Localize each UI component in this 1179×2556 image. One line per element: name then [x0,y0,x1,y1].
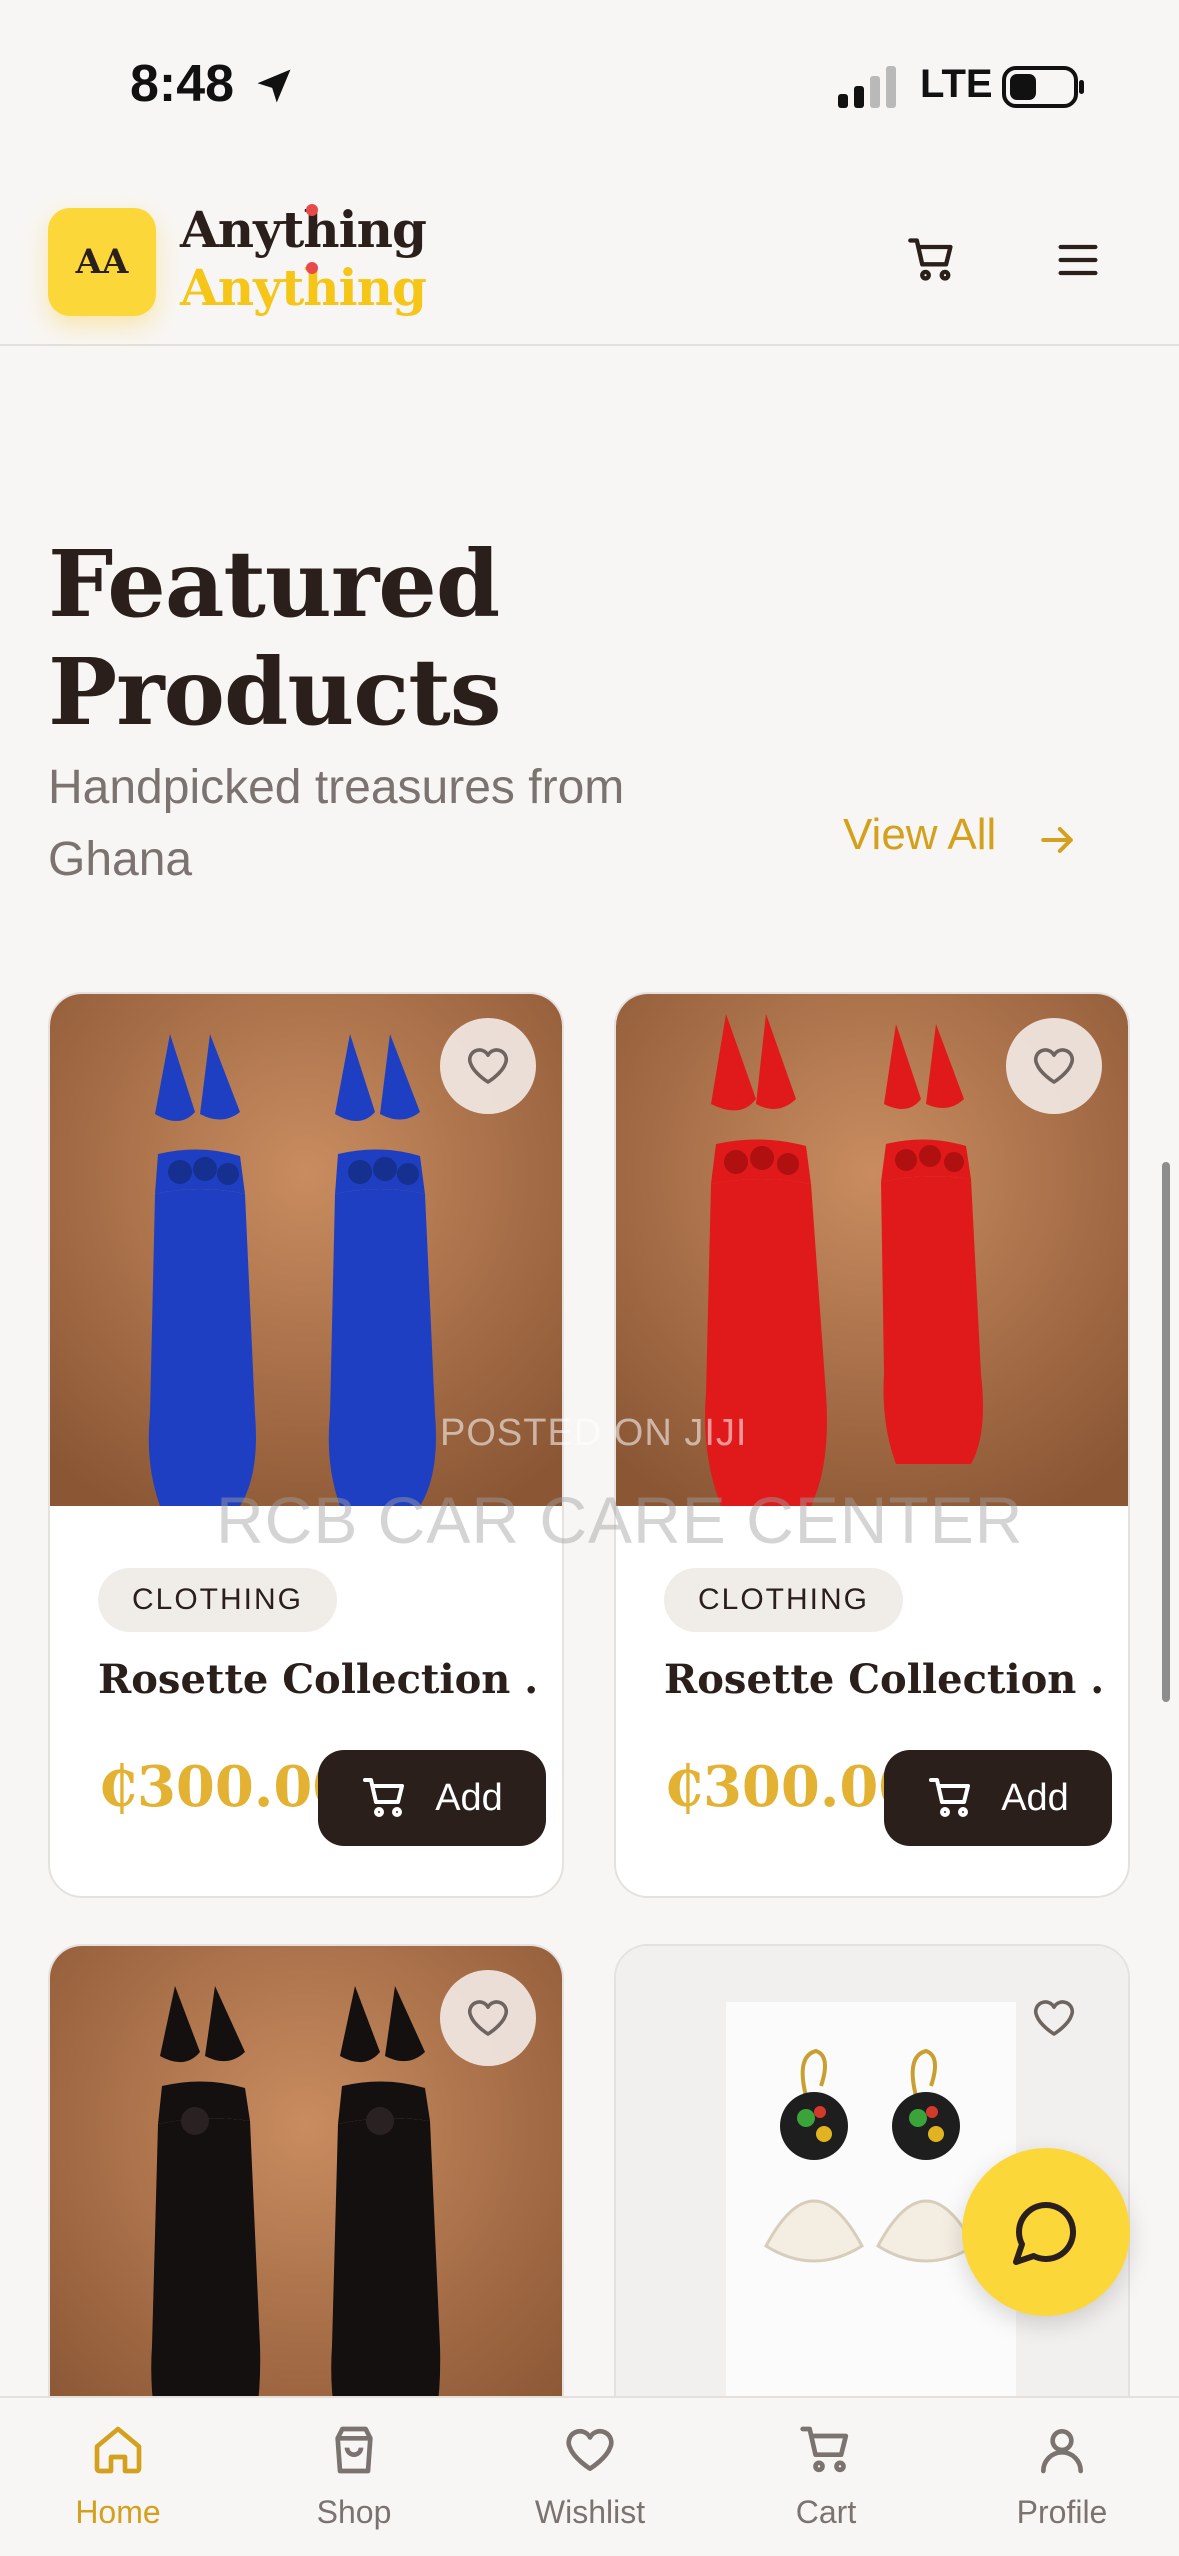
wishlist-button[interactable] [1006,1970,1102,2066]
nav-label-cart: Cart [795,2494,857,2530]
nav-label-shop: Shop [316,2494,392,2530]
brand-name-line1[interactable]: Anything [180,200,427,259]
nav-label-home: Home [75,2494,161,2530]
section-title-line1: Featured [48,530,500,638]
section-subtitle: Handpicked treasures from Ghana [48,761,625,886]
cart-icon [929,1778,971,1817]
header-cart-icon[interactable] [906,234,958,286]
bottom-nav: Home Shop Wishlist Cart Profile [0,2396,1179,2556]
menu-icon[interactable] [1052,234,1104,286]
home-icon [94,2426,142,2474]
bag-icon [335,2426,373,2474]
nav-home[interactable]: Home [0,2398,236,2556]
product-price: ₵300.00 [98,1754,352,1820]
signal-icon [838,66,896,108]
cart-icon [363,1778,405,1817]
watermark-line1: POSTED ON JIJI [440,1412,748,1454]
battery-icon [1002,66,1084,108]
category-badge: CLOTHING [98,1568,338,1632]
chat-button[interactable] [962,2148,1130,2316]
chat-bubble-icon [1013,2201,1077,2265]
scrollbar[interactable] [1162,1162,1170,1702]
view-all-link[interactable]: View All [843,810,996,860]
heart-icon [467,1048,509,1084]
add-to-cart-button[interactable]: Add [318,1750,546,1846]
heart-icon [566,2428,614,2471]
add-button-label: Add [1001,1776,1069,1819]
nav-label-profile: Profile [1016,2494,1108,2530]
heart-icon [467,2000,509,2036]
network-type: LTE [920,62,993,106]
nav-profile[interactable]: Profile [944,2398,1179,2556]
user-icon [1041,2429,1083,2474]
add-button-label: Add [435,1776,503,1819]
product-price: ₵300.00 [664,1754,918,1820]
section-title: Featured Products [48,530,748,746]
wishlist-button[interactable] [1006,1018,1102,1114]
status-bar: 8:48 LTE [0,0,1179,170]
product-name[interactable]: Rosette Collection ... [664,1656,1104,1703]
status-time: 8:48 [130,55,235,113]
brand-name-line2[interactable]: Anything [180,258,427,317]
add-to-cart-button[interactable]: Add [884,1750,1112,1846]
heart-icon [1033,1048,1075,1084]
watermark-line2: RCB CAR CARE CENTER [216,1483,1024,1557]
nav-shop[interactable]: Shop [236,2398,472,2556]
cart-icon [800,2426,849,2473]
arrow-right-icon[interactable] [1036,818,1080,862]
brand-dot-decoration [306,262,318,274]
logo-tile[interactable]: AA [48,208,156,316]
wishlist-button[interactable] [440,1970,536,2066]
product-name[interactable]: Rosette Collection ... [98,1656,538,1703]
category-badge: CLOTHING [664,1568,904,1632]
app-header: AA Anything Anything [0,170,1179,346]
location-arrow-icon [257,69,291,103]
wishlist-button[interactable] [440,1018,536,1114]
section-title-line2: Products [48,638,502,746]
nav-label-wishlist: Wishlist [534,2494,646,2530]
product-card[interactable] [48,1944,564,2444]
brand-dot-decoration [306,204,318,216]
nav-wishlist[interactable]: Wishlist [472,2398,708,2556]
nav-cart[interactable]: Cart [708,2398,944,2556]
heart-icon [1033,2000,1075,2036]
